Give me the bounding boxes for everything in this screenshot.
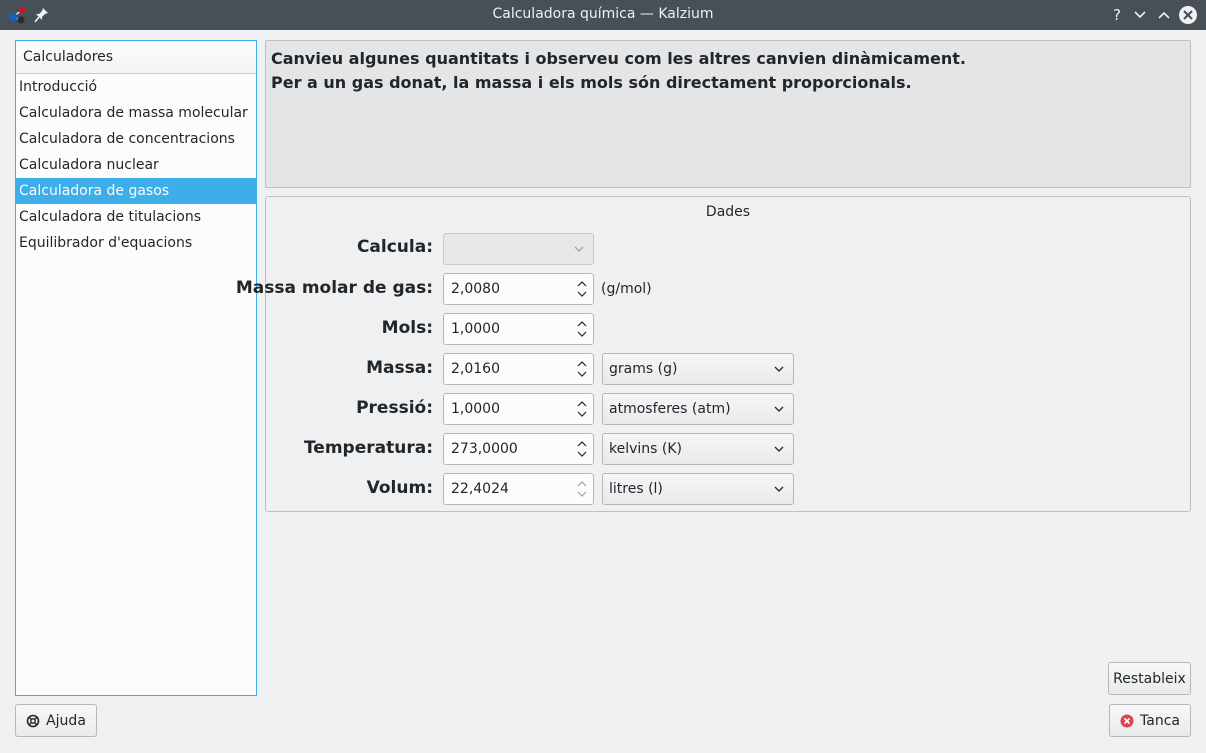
help-button-label: Ajuda (46, 712, 86, 729)
spin-arrows-icon[interactable] (576, 439, 588, 459)
close-button[interactable]: Tanca (1109, 704, 1191, 737)
mols-spinbox[interactable]: 1,0000 (443, 313, 594, 345)
mols-value: 1,0000 (451, 321, 500, 337)
chevron-down-icon (774, 406, 784, 412)
window-titlebar[interactable]: Calculadora química — Kalzium ? (0, 0, 1206, 30)
sidebar-item-gasos[interactable]: Calculadora de gasos (16, 178, 256, 204)
lifebuoy-icon (26, 714, 40, 727)
dades-title: Dades (705, 204, 751, 220)
spin-arrows-icon[interactable] (576, 319, 588, 339)
spin-arrows-icon[interactable] (576, 479, 588, 499)
sidebar-item-nuclear[interactable]: Calculadora nuclear (16, 152, 256, 178)
window-title: Calculadora química — Kalzium (492, 6, 714, 22)
spin-arrows-icon[interactable] (576, 279, 588, 299)
temperatura-unit-combo[interactable]: kelvins (K) (602, 433, 794, 465)
close-circle-icon (1120, 714, 1134, 727)
pressio-spinbox[interactable]: 1,0000 (443, 393, 594, 425)
pressio-unit-combo[interactable]: atmosferes (atm) (602, 393, 794, 425)
pressio-value: 1,0000 (451, 401, 500, 417)
calcula-combo[interactable] (443, 233, 594, 265)
sidebar-item-massa-molecular[interactable]: Calculadora de massa molecular (16, 100, 256, 126)
molar-mass-spinbox[interactable]: 2,0080 (443, 273, 594, 305)
chevron-up-icon (1158, 11, 1170, 19)
info-panel: Canvieu algunes quantitats i observeu co… (265, 40, 1191, 188)
temperatura-spinbox[interactable]: 273,0000 (443, 433, 594, 465)
close-icon (1179, 6, 1197, 24)
help-button[interactable]: Ajuda (15, 704, 97, 737)
reset-button[interactable]: Restableix (1108, 662, 1191, 695)
reset-button-label: Restableix (1113, 670, 1186, 687)
calcula-label: Calcula: (356, 237, 433, 257)
chevron-down-icon (774, 486, 784, 492)
spin-arrows-icon[interactable] (576, 399, 588, 419)
info-line-1: Canvieu algunes quantitats i observeu co… (271, 49, 966, 68)
sidebar-item-introduccio[interactable]: Introducció (16, 74, 256, 100)
massa-spinbox[interactable]: 2,0160 (443, 353, 594, 385)
maximize-button[interactable] (1154, 5, 1174, 25)
volum-unit-value: litres (l) (609, 481, 663, 497)
molar-mass-label: Massa molar de gas: (235, 278, 433, 298)
close-window-button[interactable] (1178, 5, 1198, 25)
molar-mass-unit: (g/mol) (601, 281, 652, 297)
sidebar-item-equilibrador[interactable]: Equilibrador d'equacions (16, 230, 256, 256)
volum-unit-combo[interactable]: litres (l) (602, 473, 794, 505)
chevron-down-icon (774, 446, 784, 452)
mols-label: Mols: (381, 318, 433, 338)
massa-value: 2,0160 (451, 361, 500, 377)
help-titlebar-button[interactable]: ? (1107, 5, 1127, 25)
spin-arrows-icon[interactable] (576, 359, 588, 379)
info-line-2: Per a un gas donat, la massa i els mols … (271, 73, 912, 92)
molar-mass-value: 2,0080 (451, 281, 500, 297)
chevron-down-icon (774, 366, 784, 372)
calculators-list[interactable]: Calculadores Introducció Calculadora de … (15, 40, 257, 696)
temperatura-label: Temperatura: (303, 438, 433, 458)
dades-group: Dades Calcula: Massa molar de gas: 2,008… (236, 196, 1191, 512)
massa-unit-combo[interactable]: grams (g) (602, 353, 794, 385)
pressio-unit-value: atmosferes (atm) (609, 401, 731, 417)
massa-label: Massa: (366, 358, 433, 378)
massa-unit-value: grams (g) (609, 361, 678, 377)
chevron-down-icon (574, 246, 584, 252)
calculators-list-header[interactable]: Calculadores (16, 41, 256, 74)
temperatura-unit-value: kelvins (K) (609, 441, 683, 457)
volum-label: Volum: (366, 478, 433, 498)
chevron-down-icon (1134, 11, 1146, 19)
sidebar-item-titulacions[interactable]: Calculadora de titulacions (16, 204, 256, 230)
volum-spinbox[interactable]: 22,4024 (443, 473, 594, 505)
close-button-label: Tanca (1140, 712, 1180, 729)
sidebar-item-concentracions[interactable]: Calculadora de concentracions (16, 126, 256, 152)
volum-value: 22,4024 (451, 481, 509, 497)
temperatura-value: 273,0000 (451, 441, 518, 457)
minimize-button[interactable] (1130, 5, 1150, 25)
pressio-label: Pressió: (356, 398, 433, 418)
